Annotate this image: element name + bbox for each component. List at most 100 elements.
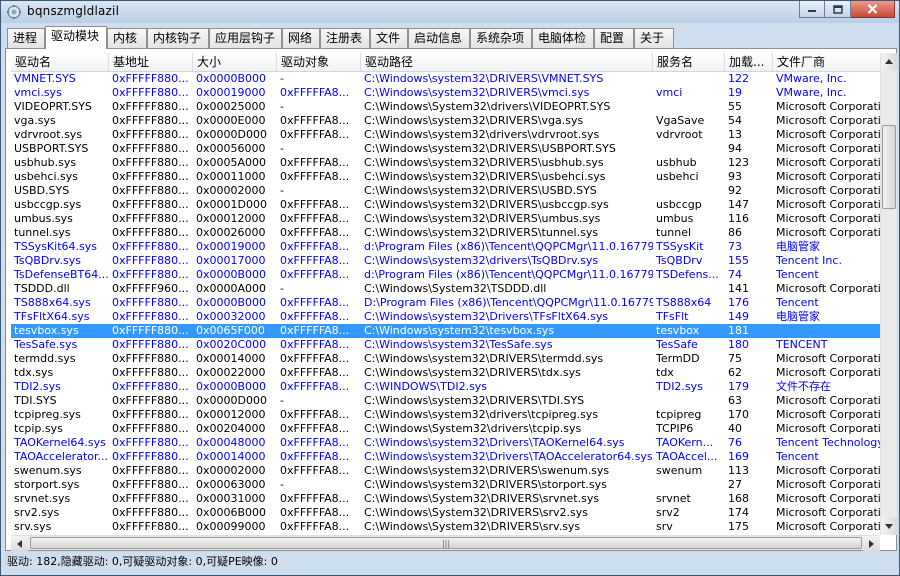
column-header-service[interactable]: 服务名 xyxy=(653,53,725,71)
table-row[interactable]: tdx.sys 0xFFFFF880... 0x00022000 0xFFFFFA8.… xyxy=(11,366,884,380)
table-row[interactable]: TesSafe.sys 0xFFFFF880... 0x0020C000 0xFFFF… xyxy=(11,338,884,352)
driver-size-cell: 0x00099000 xyxy=(196,520,266,533)
vertical-scroll-thumb[interactable] xyxy=(882,125,896,209)
file-vendor-cell: Microsoft Corporation xyxy=(776,226,884,239)
file-vendor-cell: Microsoft Corporation xyxy=(776,170,884,183)
table-row[interactable]: vdrvroot.sys 0xFFFFF880... 0x0000D000 0xFFF… xyxy=(11,128,884,142)
column-header-vendor[interactable]: 文件厂商 xyxy=(773,53,884,71)
driver-size-cell: 0x00022000 xyxy=(196,366,266,379)
driver-size-cell: 0x00056000 xyxy=(196,142,266,155)
driver-size-cell: 0x00048000 xyxy=(196,436,266,449)
tab-kernel-hooks[interactable]: 内核钩子 xyxy=(147,28,209,48)
column-header-size[interactable]: 大小 xyxy=(193,53,277,71)
minimize-button[interactable] xyxy=(799,1,825,18)
maximize-button[interactable] xyxy=(825,1,851,18)
table-row[interactable]: TFsFltX64.sys 0xFFFFF880... 0x00032000 0xFF… xyxy=(11,310,884,324)
file-vendor-cell: Tencent xyxy=(776,268,819,281)
table-row[interactable]: vga.sys 0xFFFFF880... 0x0000E000 0xFFFFFA8.… xyxy=(11,114,884,128)
table-row-selected[interactable]: tesvbox.sys 0xFFFFF880... 0x0065F000 0xFFFF… xyxy=(11,324,884,338)
load-order-cell: 19 xyxy=(728,86,742,99)
base-address-cell: 0xFFFFF880... xyxy=(112,114,189,127)
driver-path-cell: C:\Windows\system32\drivers\tcpipreg.sys xyxy=(364,408,599,421)
table-row[interactable]: TDI2.sys 0xFFFFF880... 0x0000B000 0xFFFFFA8… xyxy=(11,380,884,394)
load-order-cell: 176 xyxy=(728,296,749,309)
file-vendor-cell xyxy=(773,324,884,338)
load-order-cell: 175 xyxy=(728,520,749,533)
tab-process[interactable]: 进程 xyxy=(7,28,45,48)
driver-name-cell: TDI.SYS xyxy=(14,394,57,407)
column-header-name[interactable]: 驱动名 xyxy=(11,53,109,71)
scroll-left-button[interactable] xyxy=(11,536,28,551)
tab-network[interactable]: 网络 xyxy=(282,28,320,48)
tab-app-hooks[interactable]: 应用层钩子 xyxy=(209,28,282,48)
table-row[interactable]: TsQBDrv.sys 0xFFFFF880... 0x00017000 0xFFFF… xyxy=(11,254,884,268)
tab-pc-checkup[interactable]: 电脑体检 xyxy=(532,28,594,48)
table-row[interactable]: VMNET.SYS 0xFFFFF880... 0x0000B000- C:\Wind… xyxy=(11,72,884,86)
horizontal-scrollbar[interactable]: ||| xyxy=(11,535,880,551)
tab-driver-modules[interactable]: 驱动模块 xyxy=(45,26,107,49)
driver-name-cell: VMNET.SYS xyxy=(14,72,76,85)
table-row[interactable]: usbccgp.sys 0xFFFFF880... 0x0001D000 0xFFFF… xyxy=(11,198,884,212)
base-address-cell: 0xFFFFF880... xyxy=(112,156,189,169)
tab-system-misc[interactable]: 系统杂项 xyxy=(470,28,532,48)
status-bar: 驱动: 182,隐藏驱动: 0,可疑驱动对象: 0,可疑PE映像: 0 xyxy=(7,555,278,568)
driver-name-cell: TDI2.sys xyxy=(14,380,61,393)
scroll-up-button[interactable] xyxy=(881,53,897,70)
table-row[interactable]: srv2.sys 0xFFFFF880... 0x0006B000 0xFFFFFA8… xyxy=(11,506,884,520)
table-row[interactable]: storport.sys 0xFFFFF880... 0x00063000 - C:\W… xyxy=(11,478,884,492)
table-row[interactable]: TAOKernel64.sys 0xFFFFF880... 0x00048000 0x… xyxy=(11,436,884,450)
table-row[interactable]: TS888x64.sys 0xFFFFF880... 0x0000B000 0xFFF… xyxy=(11,296,884,310)
base-address-cell: 0xFFFFF880... xyxy=(112,268,189,281)
table-row[interactable]: USBD.SYS 0xFFFFF880... 0x00002000 - C:\Windo… xyxy=(11,184,884,198)
tab-registry[interactable]: 注册表 xyxy=(320,28,370,48)
table-row[interactable]: USBPORT.SYS 0xFFFFF880... 0x00056000 - C:\Wi… xyxy=(11,142,884,156)
table-row[interactable]: TDI.SYS 0xFFFFF880... 0x0000D000- C:\Window… xyxy=(11,394,884,408)
table-row[interactable]: srvnet.sys 0xFFFFF880... 0x00031000 0xFFFFF… xyxy=(11,492,884,506)
load-order-cell: 75 xyxy=(728,352,742,365)
title-bar[interactable]: bqnszmgldlazil xyxy=(1,1,899,23)
service-name-cell: tcpipreg xyxy=(656,408,702,421)
table-row[interactable]: usbhub.sys 0xFFFFF880... 0x0005A000 0xFFFFF… xyxy=(11,156,884,170)
table-row[interactable]: umbus.sys 0xFFFFF880... 0x00012000 0xFFFFFA… xyxy=(11,212,884,226)
table-row[interactable]: srv.sys 0xFFFFF880... 0x00099000 0xFFFFFA8.… xyxy=(11,520,884,534)
tab-kernel[interactable]: 内核 xyxy=(107,28,147,48)
tab-files[interactable]: 文件 xyxy=(370,28,408,48)
column-header-load-order[interactable]: 加载... xyxy=(725,53,773,71)
column-header-base[interactable]: 基地址 xyxy=(109,53,193,71)
table-row[interactable]: usbehci.sys 0xFFFFF880... 0x00011000 0xFFFF… xyxy=(11,170,884,184)
column-header-object[interactable]: 驱动对象 xyxy=(277,53,361,71)
table-row[interactable]: TAOAccelerator... 0xFFFFF880... 0x00014000… xyxy=(11,450,884,464)
tab-startup[interactable]: 启动信息 xyxy=(408,28,470,48)
file-vendor-cell: Microsoft Corporation xyxy=(776,478,884,491)
table-row[interactable]: swenum.sys 0xFFFFF880... 0x00002000 0xFFFFF… xyxy=(11,464,884,478)
load-order-cell: 149 xyxy=(728,310,749,323)
driver-object-cell: 0xFFFFFA8... xyxy=(280,366,350,379)
driver-name-cell: umbus.sys xyxy=(14,212,73,225)
tab-about[interactable]: 关于 xyxy=(634,28,674,48)
close-button[interactable] xyxy=(851,1,895,18)
window-title: bqnszmgldlazil xyxy=(27,4,120,18)
scroll-down-button[interactable] xyxy=(881,518,897,535)
table-row[interactable]: vmci.sys 0xFFFFF880... 0x00019000 0xFFFFFA8… xyxy=(11,86,884,100)
load-order-cell: 63 xyxy=(728,394,742,407)
table-row[interactable]: tcpipreg.sys 0xFFFFF880... 0x00012000 0xFFF… xyxy=(11,408,884,422)
table-row[interactable]: termdd.sys 0xFFFFF880... 0x00014000 0xFFFFF… xyxy=(11,352,884,366)
table-row[interactable]: TSSysKit64.sys 0xFFFFF880... 0x00019000 0xF… xyxy=(11,240,884,254)
driver-path-cell: C:\Windows\System32\drivers\tcpip.sys xyxy=(364,422,582,435)
table-row[interactable]: tcpip.sys 0xFFFFF880... 0x00204000 0xFFFFFA… xyxy=(11,422,884,436)
driver-table[interactable]: 驱动名 基地址 大小 驱动对象 驱动路径 服务名 加载... 文件厂商 VMNE… xyxy=(11,53,884,535)
horizontal-scroll-thumb[interactable]: ||| xyxy=(30,537,862,549)
scroll-right-button[interactable] xyxy=(863,536,880,551)
service-name-cell: TFsFlt xyxy=(656,310,689,323)
driver-object-cell: 0xFFFFFA8... xyxy=(280,422,350,435)
driver-object-cell: 0xFFFFFA8... xyxy=(280,254,350,267)
column-header-path[interactable]: 驱动路径 xyxy=(361,53,653,71)
driver-object-cell: 0xFFFFFA8... xyxy=(280,520,350,533)
table-row[interactable]: VIDEOPRT.SYS 0xFFFFF880... 0x00025000 - C:\W… xyxy=(11,100,884,114)
table-row[interactable]: TsDefenseBT64... 0xFFFFF880... 0x0000B000 0… xyxy=(11,268,884,282)
file-vendor-cell: Microsoft Corporation xyxy=(776,212,884,225)
table-row[interactable]: TSDDD.dll 0xFFFFF960... 0x0000A000- C:\Wind… xyxy=(11,282,884,296)
tab-settings[interactable]: 配置 xyxy=(594,28,634,48)
vertical-scrollbar[interactable] xyxy=(880,53,897,535)
table-row[interactable]: tunnel.sys 0xFFFFF880... 0x00026000 0xFFFFF… xyxy=(11,226,884,240)
